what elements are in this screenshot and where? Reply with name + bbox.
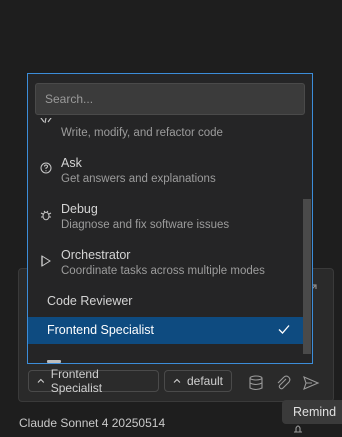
mode-item-partial[interactable]: [28, 354, 303, 363]
mode-selector-button[interactable]: Frontend Specialist: [28, 367, 159, 395]
mode-selector-label: Frontend Specialist: [50, 367, 103, 395]
check-icon: [278, 325, 290, 334]
profile-selector-label: default: [186, 374, 223, 388]
profile-selector-button[interactable]: default: [164, 370, 232, 392]
chevron-up-icon: [173, 378, 181, 383]
mode-item-description: Coordinate tasks across multiple modes: [61, 265, 265, 277]
bug-icon: [40, 210, 52, 221]
mode-item-frontend-specialist[interactable]: Frontend Specialist: [28, 317, 303, 344]
mode-item-code[interactable]: Write, modify, and refactor code: [28, 118, 303, 148]
mode-item-description: Write, modify, and refactor code: [61, 127, 223, 139]
mode-item-ask[interactable]: Ask Get answers and explanations: [28, 154, 303, 198]
mode-item-title: Ask: [61, 156, 82, 170]
app-root: Write, modify, and refactor code Ask Get…: [0, 0, 342, 437]
mode-item-title: Debug: [61, 202, 98, 216]
mode-item-title: Orchestrator: [61, 248, 131, 262]
mode-item-label: Frontend Specialist: [47, 323, 155, 337]
question-icon: [40, 162, 52, 174]
search-input[interactable]: [35, 83, 305, 115]
tooltip: Remind: [282, 400, 342, 424]
mode-list: Write, modify, and refactor code Ask Get…: [28, 118, 303, 363]
mode-item-description: Diagnose and fix software issues: [61, 219, 230, 231]
attach-icon[interactable]: [274, 374, 292, 392]
run-icon: [41, 255, 51, 267]
mode-selector-dropdown: Write, modify, and refactor code Ask Get…: [27, 73, 313, 364]
mode-item-label: Code Reviewer: [47, 294, 133, 308]
code-icon: [40, 118, 52, 124]
mode-item-description: Get answers and explanations: [61, 173, 216, 185]
mode-item-orchestrator[interactable]: Orchestrator Coordinate tasks across mul…: [28, 246, 303, 290]
search-field: [35, 83, 305, 115]
database-icon[interactable]: [247, 374, 265, 392]
dropdown-scrollbar[interactable]: [303, 199, 311, 354]
mode-item-code-reviewer[interactable]: Code Reviewer: [28, 288, 303, 314]
send-icon[interactable]: [302, 374, 320, 392]
mode-item-debug[interactable]: Debug Diagnose and fix software issues: [28, 200, 303, 244]
chevron-up-icon: [37, 378, 45, 383]
model-name: Claude Sonnet 4 20250514: [19, 416, 166, 430]
